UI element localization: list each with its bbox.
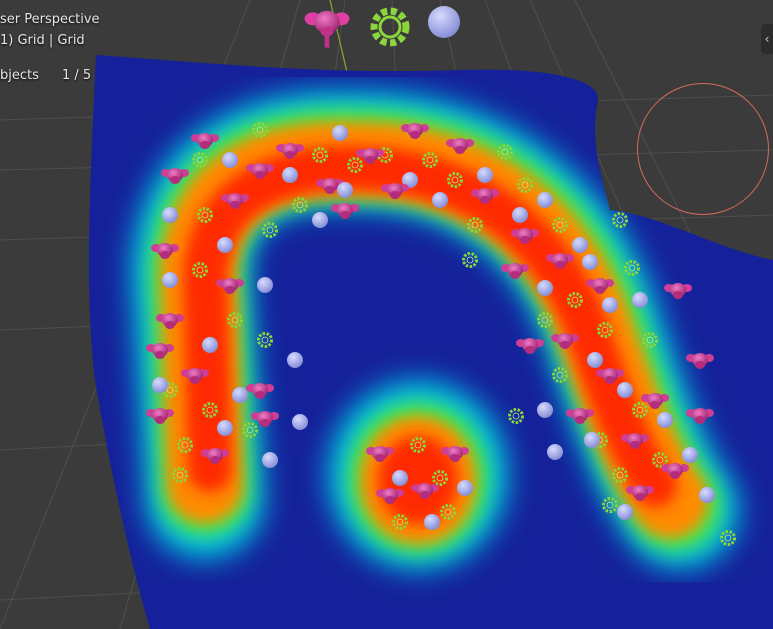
sidebar-toggle-button[interactable]: ‹ <box>761 24 773 54</box>
3d-viewport[interactable]: ser Perspective 1) Grid | Grid bjects 1 … <box>0 0 773 629</box>
sphere-instance <box>699 487 715 503</box>
sphere-instance <box>257 277 273 293</box>
sphere-instance <box>602 297 618 313</box>
sphere-instance <box>432 192 448 208</box>
sphere-instance <box>262 452 278 468</box>
sphere-instance <box>312 212 328 228</box>
sphere-instance <box>217 237 233 253</box>
sphere-instance <box>512 207 528 223</box>
sphere-instance <box>392 470 408 486</box>
sphere-icon[interactable] <box>428 6 460 38</box>
sphere-instance <box>162 207 178 223</box>
sphere-instance <box>657 412 673 428</box>
sphere-instance <box>152 377 168 393</box>
sphere-instance <box>617 504 633 520</box>
sphere-instance <box>292 414 308 430</box>
sphere-instance <box>617 382 633 398</box>
sphere-instance <box>477 167 493 183</box>
sphere-instance <box>537 192 553 208</box>
sphere-instance <box>582 254 598 270</box>
sphere-instance <box>537 402 553 418</box>
sphere-instance <box>632 292 648 308</box>
sphere-instance <box>682 447 698 463</box>
objects-count: 1 / 5 <box>62 68 92 83</box>
sphere-instance <box>202 337 218 353</box>
sphere-instance <box>424 514 440 530</box>
monkey-icon[interactable] <box>304 10 350 48</box>
sphere-instance <box>547 444 563 460</box>
gear-icon[interactable] <box>370 7 410 47</box>
sphere-instance <box>162 272 178 288</box>
sphere-instance <box>337 182 353 198</box>
sphere-instance <box>222 152 238 168</box>
sphere-instance <box>584 432 600 448</box>
collection-info: 1) Grid | Grid <box>0 33 85 48</box>
viewport-title: ser Perspective <box>0 12 100 27</box>
scene-canvas[interactable] <box>0 0 773 629</box>
sphere-instance <box>282 167 298 183</box>
navigation-gizmo-ring[interactable] <box>637 83 769 215</box>
sphere-instance <box>572 237 588 253</box>
sphere-instance <box>232 387 248 403</box>
objects-label: bjects <box>0 68 39 83</box>
heatmap-plane <box>88 55 773 629</box>
sphere-instance <box>287 352 303 368</box>
sphere-instance <box>587 352 603 368</box>
sphere-instance <box>217 420 233 436</box>
sphere-instance <box>457 480 473 496</box>
sphere-instance <box>537 280 553 296</box>
sphere-instance <box>332 125 348 141</box>
